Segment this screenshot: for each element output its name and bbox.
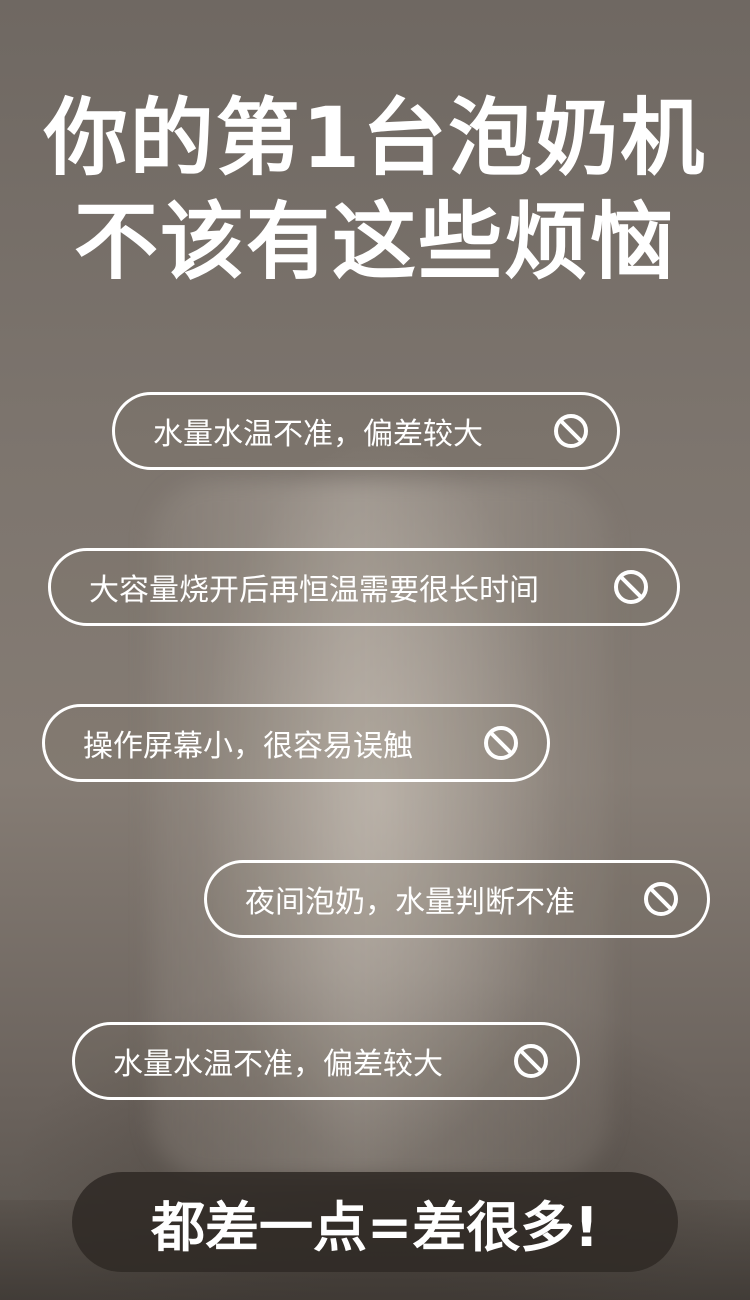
pain-point-label: 水量水温不准，偏差较大 — [113, 1047, 443, 1082]
pain-point-label: 操作屏幕小，很容易误触 — [83, 729, 413, 764]
prohibited-icon — [644, 882, 678, 916]
prohibited-icon — [554, 414, 588, 448]
headline-line-2: 不该有这些烦恼 — [73, 193, 676, 291]
pain-point-label: 夜间泡奶，水量判断不准 — [245, 885, 575, 920]
headline-line-1: 你的第1台泡奶机 — [43, 89, 707, 187]
prohibited-icon — [514, 1044, 548, 1078]
prohibited-icon — [484, 726, 518, 760]
headline: 你的第1台泡奶机 不该有这些烦恼 — [0, 86, 750, 294]
prohibited-icon — [614, 570, 648, 604]
pain-point-label: 大容量烧开后再恒温需要很长时间 — [89, 573, 539, 608]
bottom-banner: 都差一点=差很多! — [72, 1172, 678, 1272]
pain-point-label: 水量水温不准，偏差较大 — [153, 417, 483, 452]
pain-point-5: 水量水温不准，偏差较大 — [72, 1022, 580, 1100]
pain-point-1: 水量水温不准，偏差较大 — [112, 392, 620, 470]
pain-point-4: 夜间泡奶，水量判断不准 — [204, 860, 710, 938]
banner-text: 都差一点=差很多! — [151, 1195, 599, 1259]
pain-point-2: 大容量烧开后再恒温需要很长时间 — [48, 548, 680, 626]
pain-point-3: 操作屏幕小，很容易误触 — [42, 704, 550, 782]
